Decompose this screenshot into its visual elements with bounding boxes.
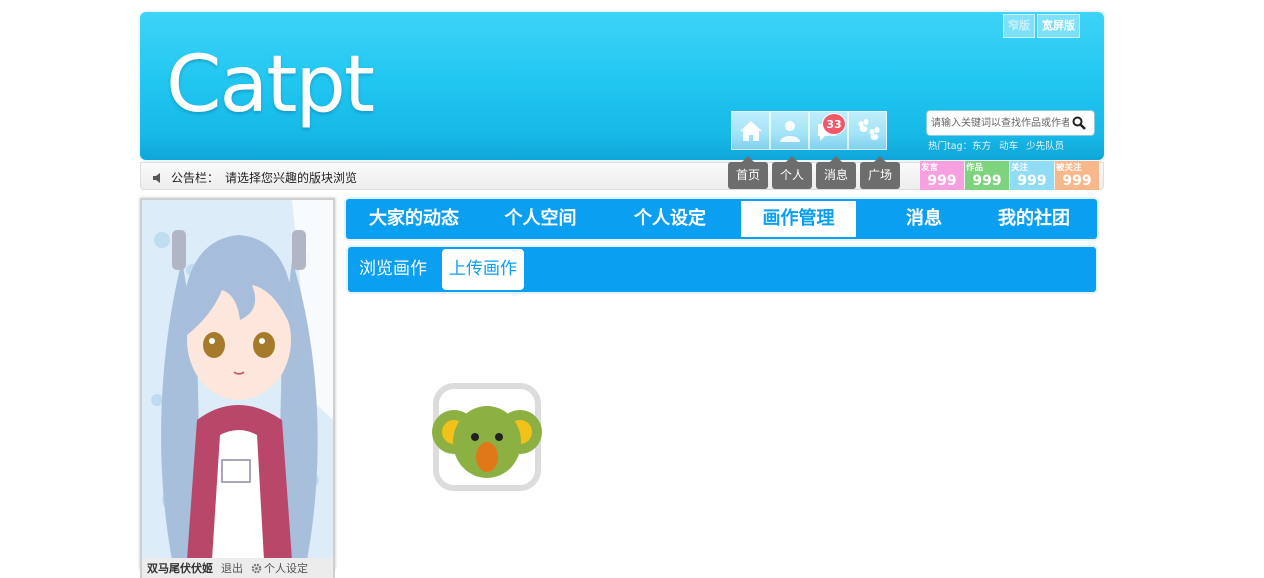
koala-placeholder-icon xyxy=(432,382,542,492)
stat-posts[interactable]: 发言 999 xyxy=(920,161,964,190)
user-stats: 发言 999 作品 999 关注 999 被关注 999 xyxy=(920,161,1099,190)
message-count-badge: 33 xyxy=(822,113,846,135)
home-icon[interactable] xyxy=(731,111,770,150)
search-box xyxy=(926,110,1095,136)
narrow-version-button[interactable]: 窄版 xyxy=(1003,14,1035,38)
hot-tags: 热门tag：东方 动车 少先队员 xyxy=(928,138,1064,152)
stat-following[interactable]: 关注 999 xyxy=(1010,161,1054,190)
quick-nav-icons: 33 xyxy=(731,111,887,150)
stat-works[interactable]: 作品 999 xyxy=(965,161,1009,190)
hot-tag[interactable]: 东方 xyxy=(972,141,991,152)
message-icon[interactable]: 33 xyxy=(809,111,848,150)
nav-tabs: 首页 个人 消息 广场 xyxy=(728,156,901,189)
submenu-upload-artwork[interactable]: 上传画作 xyxy=(442,249,524,290)
menu-personal-settings[interactable]: 个人设定 xyxy=(599,201,741,237)
tab-messages[interactable]: 消息 xyxy=(816,156,857,189)
user-name[interactable]: 双马尾伏伏姬 xyxy=(147,560,213,576)
person-icon[interactable] xyxy=(770,111,809,150)
hot-tags-label: 热门tag：东方 xyxy=(928,141,992,152)
tab-home[interactable]: 首页 xyxy=(728,156,769,189)
avatar[interactable] xyxy=(140,198,335,569)
stat-followers[interactable]: 被关注 999 xyxy=(1055,161,1099,190)
site-logo[interactable]: Catpt xyxy=(166,46,375,124)
menu-personal-space[interactable]: 个人空间 xyxy=(482,201,599,237)
menu-everyone-activity[interactable]: 大家的动态 xyxy=(346,201,482,237)
site-header: Catpt 窄版 宽屏版 33 请输入关键词以查找作品或作者 热门tag：东方 … xyxy=(140,12,1104,160)
paw-icon[interactable] xyxy=(848,111,887,150)
hot-tag[interactable]: 动车 xyxy=(999,138,1018,152)
hot-tag[interactable]: 少先队员 xyxy=(1026,138,1064,152)
main-menu: 大家的动态 个人空间 个人设定 画作管理 消息 我的社团 xyxy=(346,199,1097,239)
settings-link[interactable]: 个人设定 xyxy=(264,560,308,576)
submenu-browse-artwork[interactable]: 浏览画作 xyxy=(352,249,434,290)
user-bar: 双马尾伏伏姬 退出 个人设定 xyxy=(140,558,335,578)
search-input[interactable] xyxy=(927,112,1069,134)
speaker-icon xyxy=(153,172,160,183)
sub-menu: 浏览画作 上传画作 xyxy=(348,247,1096,292)
wide-version-button[interactable]: 宽屏版 xyxy=(1037,14,1080,38)
tab-personal[interactable]: 个人 xyxy=(772,156,813,189)
notice-text: 请选择您兴趣的版块浏览 xyxy=(225,171,358,185)
tab-plaza[interactable]: 广场 xyxy=(860,156,901,189)
search-icon[interactable] xyxy=(1069,113,1089,133)
notice-label: 公告栏： xyxy=(171,171,220,185)
menu-messages[interactable]: 消息 xyxy=(856,201,992,237)
menu-my-club[interactable]: 我的社团 xyxy=(992,201,1076,237)
version-switch: 窄版 宽屏版 xyxy=(1003,14,1080,38)
menu-artwork-management[interactable]: 画作管理 xyxy=(741,201,856,237)
gear-icon[interactable]: 个人设定 xyxy=(251,560,308,576)
logout-link[interactable]: 退出 xyxy=(221,560,243,576)
